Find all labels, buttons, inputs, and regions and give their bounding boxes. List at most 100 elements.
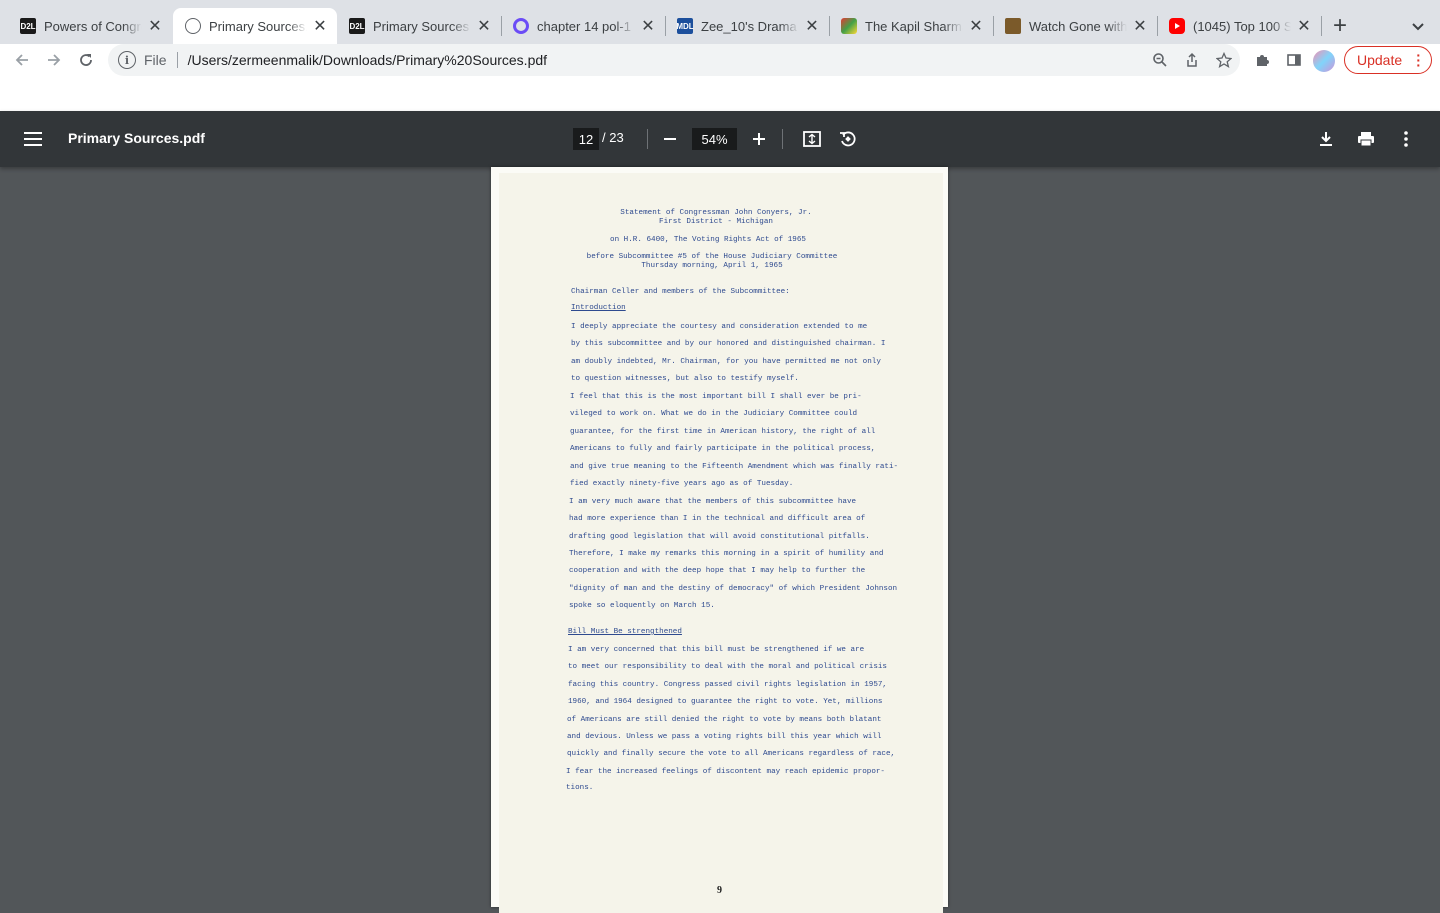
doc-line: drafting good legislation that will avoi… — [569, 533, 870, 541]
doc-line: and give true meaning to the Fifteenth A… — [570, 463, 899, 471]
tab-primary-sources-d2l[interactable]: D2L Primary Sources - ✕ — [337, 8, 501, 44]
address-url[interactable]: /Users/zermeenmalik/Downloads/Primary%20… — [188, 52, 1144, 68]
close-icon[interactable]: ✕ — [1131, 17, 1149, 35]
close-icon[interactable]: ✕ — [475, 17, 493, 35]
doc-line: by this subcommittee and by our honored … — [571, 340, 886, 348]
doc-header-line: Statement of Congressman John Conyers, J… — [620, 209, 812, 217]
tab-title: Zee_10's Drama L — [701, 18, 799, 34]
hamburger-menu-icon[interactable] — [18, 125, 48, 153]
tab-chapter-14[interactable]: chapter 14 pol-1 F ✕ — [501, 8, 665, 44]
doc-line: facing this country. Congress passed civ… — [568, 681, 887, 689]
tab-zee-drama[interactable]: MDL Zee_10's Drama L ✕ — [665, 8, 829, 44]
tab-primary-sources-pdf[interactable]: Primary Sources.p ✕ — [173, 8, 337, 44]
tab-separator — [1321, 16, 1322, 36]
tab-powers-of-congress[interactable]: D2L Powers of Congre ✕ — [8, 8, 172, 44]
side-panel-icon[interactable] — [1278, 44, 1310, 76]
doc-line: cooperation and with the deep hope that … — [569, 567, 866, 575]
toolbar-divider — [782, 129, 783, 149]
close-icon[interactable]: ✕ — [311, 17, 329, 35]
page-total: / 23 — [602, 130, 624, 145]
extensions-puzzle-icon[interactable] — [1246, 44, 1278, 76]
doc-line: Americans to fully and fairly participat… — [570, 445, 876, 453]
share-icon[interactable] — [1176, 44, 1208, 76]
tab-strip: D2L Powers of Congre ✕ Primary Sources.p… — [0, 0, 1440, 44]
address-divider — [176, 52, 178, 68]
tv-icon — [1005, 18, 1021, 34]
update-button[interactable]: Update · · · — [1344, 46, 1432, 74]
tab-kapil-sharma[interactable]: The Kapil Sharma ✕ — [829, 8, 993, 44]
doc-header-line: before Subcommittee #5 of the House Judi… — [586, 253, 838, 261]
close-icon[interactable]: ✕ — [146, 17, 164, 35]
zoom-in-icon[interactable] — [745, 125, 773, 153]
tab-search-chevron-icon[interactable] — [1404, 12, 1432, 40]
doc-line: I deeply appreciate the courtesy and con… — [571, 323, 868, 331]
doc-line: guarantee, for the first time in America… — [570, 428, 876, 436]
doc-line: "dignity of man and the destiny of democ… — [569, 585, 898, 593]
doc-line: I feel that this is the most important b… — [570, 393, 862, 401]
tab-title: Primary Sources.p — [209, 18, 307, 34]
pdf-toolbar: Primary Sources.pdf 12 / 23 54% — [0, 111, 1440, 167]
doc-line: fied exactly ninety-five years ago as of… — [570, 480, 794, 488]
tab-gone-with[interactable]: Watch Gone with ✕ — [993, 8, 1157, 44]
scanned-paper — [499, 173, 943, 913]
doc-section-heading: Introduction — [571, 304, 626, 312]
quizlet-icon — [513, 18, 529, 34]
doc-line: and devious. Unless we pass a voting rig… — [567, 733, 882, 741]
doc-line: Therefore, I make my remarks this mornin… — [569, 550, 884, 558]
page-number-input[interactable]: 12 — [573, 128, 599, 150]
doc-salutation: Chairman Celler and members of the Subco… — [571, 288, 790, 296]
doc-line: I fear the increased feelings of discont… — [566, 768, 885, 776]
doc-header-line: on H.R. 6400, The Voting Rights Act of 1… — [610, 236, 806, 244]
tab-title: chapter 14 pol-1 F — [537, 18, 635, 34]
reload-icon[interactable] — [70, 44, 102, 76]
print-icon[interactable] — [1352, 125, 1380, 153]
address-scheme: File — [144, 52, 167, 68]
close-icon[interactable]: ✕ — [803, 17, 821, 35]
new-tab-button[interactable]: + — [1326, 12, 1354, 40]
tab-title: Primary Sources - — [373, 18, 471, 34]
doc-page-number: 9 — [717, 885, 722, 896]
bookmark-star-icon[interactable] — [1208, 44, 1240, 76]
update-label: Update — [1357, 52, 1403, 68]
doc-line: 1960, and 1964 designed to guarantee the… — [568, 698, 883, 706]
pdf-title: Primary Sources.pdf — [68, 130, 205, 146]
kapil-icon — [841, 18, 857, 34]
forward-arrow-icon[interactable] — [38, 44, 70, 76]
toolbar-divider — [647, 129, 648, 149]
close-icon[interactable]: ✕ — [1295, 17, 1313, 35]
doc-header-line: First District - Michigan — [659, 218, 773, 226]
doc-line: spoke so eloquently on March 15. — [569, 602, 715, 610]
info-icon[interactable]: i — [118, 51, 136, 69]
tab-title: Watch Gone with — [1029, 18, 1127, 34]
address-bar[interactable]: i File /Users/zermeenmalik/Downloads/Pri… — [108, 44, 1240, 76]
globe-icon — [185, 18, 201, 34]
youtube-icon — [1169, 18, 1185, 34]
close-icon[interactable]: ✕ — [639, 17, 657, 35]
zoom-level-input[interactable]: 54% — [692, 128, 737, 150]
more-vertical-icon: · · · — [1416, 47, 1421, 73]
tab-youtube-top-100[interactable]: (1045) Top 100 S ✕ — [1157, 8, 1321, 44]
more-vertical-icon[interactable] — [1392, 125, 1420, 153]
doc-line: to meet our responsibility to deal with … — [568, 663, 887, 671]
doc-header-line: Thursday morning, April 1, 1965 — [641, 262, 783, 270]
tab-title: (1045) Top 100 S — [1193, 18, 1291, 34]
download-icon[interactable] — [1312, 125, 1340, 153]
browser-toolbar: i File /Users/zermeenmalik/Downloads/Pri… — [0, 44, 1440, 76]
zoom-out-icon[interactable] — [656, 125, 684, 153]
doc-line: quickly and finally secure the vote to a… — [567, 750, 896, 758]
mdl-icon: MDL — [676, 18, 694, 34]
profile-avatar[interactable] — [1313, 50, 1335, 72]
doc-line: of Americans are still denied the right … — [567, 716, 882, 724]
pdf-page: Statement of Congressman John Conyers, J… — [491, 167, 948, 913]
fit-to-page-icon[interactable] — [798, 125, 826, 153]
tab-title: The Kapil Sharma — [865, 18, 963, 34]
back-arrow-icon[interactable] — [6, 44, 38, 76]
doc-line: had more experience than I in the techni… — [569, 515, 866, 523]
tab-title: Powers of Congre — [44, 18, 142, 34]
doc-line: tions. — [566, 784, 594, 792]
rotate-icon[interactable] — [834, 125, 862, 153]
close-icon[interactable]: ✕ — [967, 17, 985, 35]
zoom-magnifier-icon[interactable] — [1144, 44, 1176, 76]
d2l-icon: D2L — [20, 18, 36, 34]
d2l-icon: D2L — [349, 18, 365, 34]
